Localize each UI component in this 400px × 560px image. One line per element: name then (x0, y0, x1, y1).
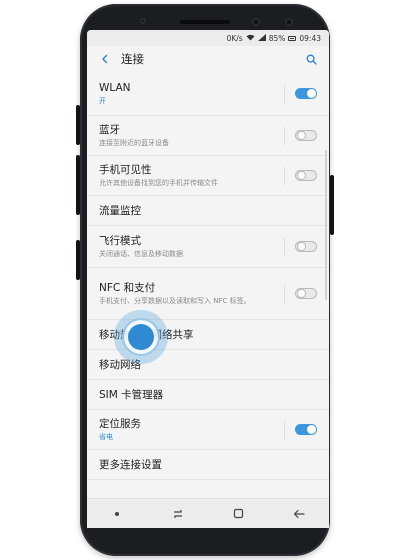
setting-row-wlan[interactable]: WLAN 开 (87, 72, 329, 116)
back-arrow-icon[interactable] (97, 51, 113, 67)
visibility-toggle[interactable] (295, 170, 317, 181)
page-title: 连接 (121, 52, 144, 66)
battery-icon (288, 35, 297, 41)
home-icon[interactable] (231, 507, 245, 521)
setting-row-location[interactable]: 定位服务 省电 (87, 410, 329, 450)
setting-description: 连接至附近的蓝牙设备 (99, 139, 169, 147)
setting-label: 手机可见性 (99, 164, 152, 176)
setting-label: NFC 和支付 (99, 282, 156, 294)
setting-row-sim-manager[interactable]: SIM 卡管理器 (87, 380, 329, 410)
divider (284, 84, 285, 103)
setting-label: 定位服务 (99, 418, 141, 430)
nfc-toggle[interactable] (295, 288, 317, 299)
setting-status: 省电 (99, 433, 113, 441)
clock: 09:43 (299, 33, 321, 43)
sensor-dot (140, 18, 146, 24)
divider (284, 420, 285, 439)
location-toggle[interactable] (295, 424, 317, 435)
iris-scanner (285, 18, 293, 26)
divider (284, 237, 285, 256)
setting-label: SIM 卡管理器 (99, 388, 164, 401)
setting-description: 允许其他设备找到您的手机并传输文件 (99, 179, 218, 187)
touch-indicator (114, 310, 168, 364)
divider (284, 284, 285, 303)
earpiece-speaker (180, 20, 230, 24)
setting-row-airplane[interactable]: 飞行模式 关闭通话、信息及移动数据 (87, 226, 329, 268)
recents-icon[interactable] (171, 507, 185, 521)
power-button (330, 175, 334, 235)
setting-row-visibility[interactable]: 手机可见性 允许其他设备找到您的手机并传输文件 (87, 156, 329, 196)
back-icon[interactable] (292, 507, 306, 521)
airplane-toggle[interactable] (295, 241, 317, 252)
battery-percent: 85% (268, 33, 286, 43)
setting-row-nfc[interactable]: NFC 和支付 手机支付、分享数据以及读取和写入 NFC 标签。 (87, 268, 329, 320)
setting-row-more[interactable]: 更多连接设置 (87, 450, 329, 480)
divider (284, 126, 285, 145)
wifi-icon (246, 34, 255, 43)
scrollbar[interactable] (325, 150, 327, 300)
setting-description: 手机支付、分享数据以及读取和写入 NFC 标签。 (99, 297, 251, 305)
setting-label: 流量监控 (99, 204, 141, 217)
navigation-bar (87, 498, 329, 528)
signal-icon (257, 33, 266, 43)
screen: 0K/s 85% 09:43 连接 WLAN 开 蓝牙 连接至附近的蓝牙设备 手… (87, 30, 329, 528)
setting-status: 开 (99, 97, 106, 105)
dot-icon[interactable] (110, 507, 124, 521)
settings-list: WLAN 开 蓝牙 连接至附近的蓝牙设备 手机可见性 允许其他设备找到您的手机并… (87, 72, 329, 480)
search-icon[interactable] (303, 51, 319, 67)
setting-label: 更多连接设置 (99, 458, 162, 471)
setting-label: 蓝牙 (99, 124, 120, 136)
app-bar: 连接 (87, 46, 329, 72)
setting-label: WLAN (99, 82, 131, 94)
wlan-toggle[interactable] (295, 88, 317, 99)
status-bar: 0K/s 85% 09:43 (87, 30, 329, 46)
front-camera (252, 18, 260, 26)
setting-description: 关闭通话、信息及移动数据 (99, 250, 183, 258)
setting-row-bluetooth[interactable]: 蓝牙 连接至附近的蓝牙设备 (87, 116, 329, 156)
network-speed: 0K/s (226, 33, 243, 43)
bluetooth-toggle[interactable] (295, 130, 317, 141)
setting-row-data-usage[interactable]: 流量监控 (87, 196, 329, 226)
divider (284, 166, 285, 185)
setting-label: 飞行模式 (99, 235, 141, 247)
